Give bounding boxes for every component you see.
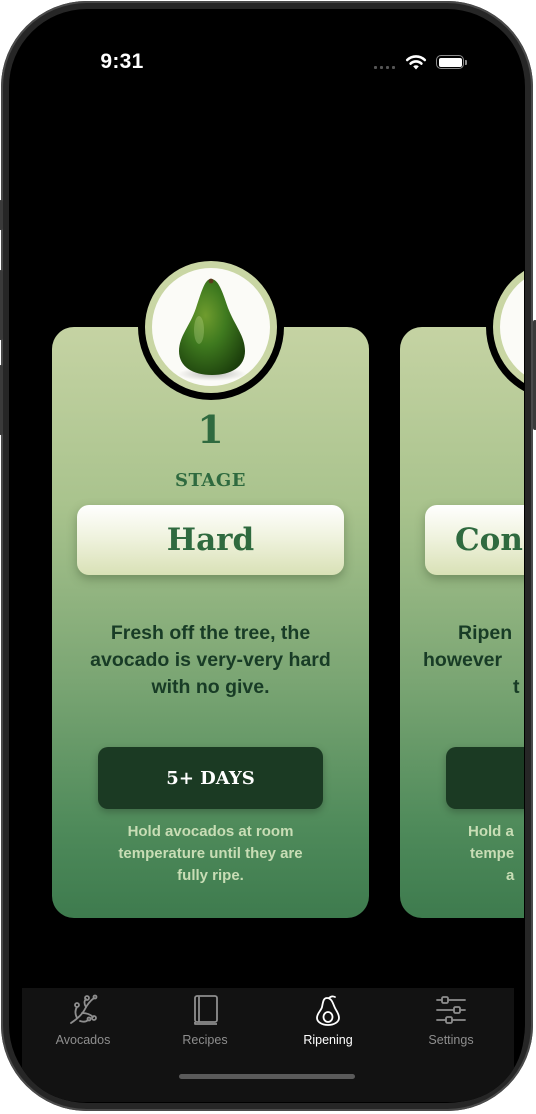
stage-label: STAGE: [175, 470, 246, 491]
days-button[interactable]: 5+ DAYS: [98, 747, 323, 809]
book-icon: [194, 995, 218, 1025]
days-label: 5+ DAYS: [166, 767, 255, 789]
stage-name-pill-next: Con: [425, 505, 524, 575]
tab-ripening[interactable]: Ripening: [278, 988, 378, 1058]
tab-recipes[interactable]: Recipes: [155, 988, 255, 1058]
branch-icon: [70, 994, 98, 1024]
tab-settings[interactable]: Settings: [401, 988, 501, 1058]
side-button-volume-down: [0, 365, 3, 435]
sliders-icon: [436, 996, 466, 1024]
home-indicator[interactable]: [179, 1074, 355, 1079]
status-time: 9:31: [100, 50, 144, 73]
wifi-icon: [405, 55, 427, 70]
avocado-photo-next: [500, 268, 524, 386]
stage-name-pill: Hard: [77, 505, 344, 575]
tab-label: Avocados: [55, 1033, 111, 1047]
avocado-photo-frame: [138, 254, 284, 400]
avocado-icon: [316, 995, 340, 1026]
avocado-image: [178, 278, 246, 381]
stage-card-next[interactable]: Con Ripen however t Hold a tempe a: [400, 254, 524, 918]
tab-label: Settings: [428, 1033, 474, 1047]
side-button-silent: [0, 200, 3, 230]
tab-label: Ripening: [303, 1033, 353, 1047]
stage-description: Fresh off the tree, the avocado is very-…: [90, 622, 331, 698]
stage-card-hard[interactable]: 1 STAGE Hard Fresh off the tree, the avo…: [52, 254, 369, 918]
tab-bar: Avocados Recipes Ripening Settings: [22, 988, 514, 1102]
stage-number: 1: [197, 407, 224, 452]
stage-name-next: Con: [455, 522, 523, 558]
tab-label: Recipes: [182, 1033, 228, 1047]
stage-hint: Hold avocados at room temperature until …: [118, 823, 303, 884]
days-button-next[interactable]: [446, 747, 524, 809]
signal-icon: [374, 63, 396, 69]
battery-icon: [436, 55, 467, 69]
avocado-photo-frame-next: [486, 254, 524, 400]
tab-avocados[interactable]: Avocados: [33, 988, 133, 1058]
avocado-photo: [152, 268, 270, 386]
side-button-volume-up: [0, 270, 3, 340]
stage-name: Hard: [166, 522, 255, 558]
screen: 9:31 1 STAGE Hard Fresh off the tree, th…: [12, 12, 524, 1102]
